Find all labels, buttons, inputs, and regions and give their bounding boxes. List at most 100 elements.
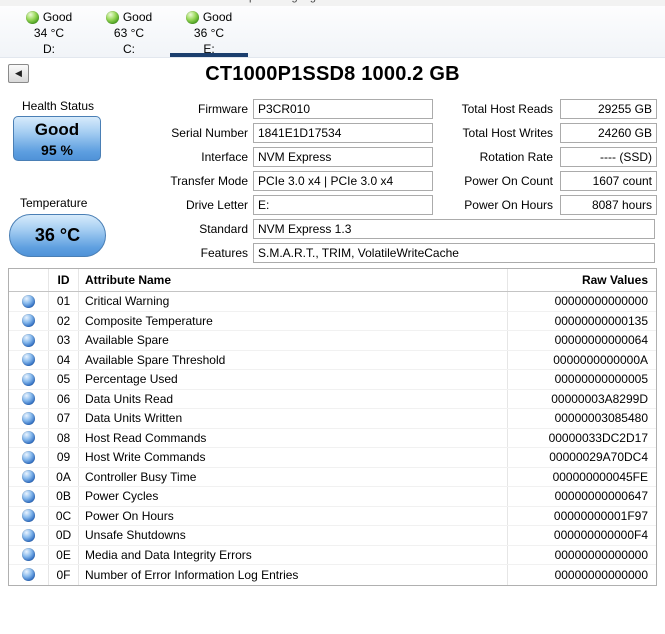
attribute-status-cell [9, 370, 49, 389]
smart-attribute-row[interactable]: 0A Controller Busy Time 000000000045FE [9, 467, 656, 487]
attribute-name: Number of Error Information Log Entries [79, 565, 508, 585]
info-label: Rotation Rate [479, 150, 553, 164]
attribute-raw-value: 00000000000000 [554, 547, 648, 562]
attribute-raw-value: 00000000000000 [554, 567, 648, 582]
attribute-id: 0A [49, 467, 79, 486]
smart-attribute-row[interactable]: 03 Available Spare 00000000000064 [9, 331, 656, 351]
info-value: ---- (SSD) [560, 147, 657, 167]
smart-attribute-row[interactable]: 02 Composite Temperature 00000000000135 [9, 311, 656, 331]
menu-item[interactable]: Disk [193, 0, 214, 3]
menu-item[interactable]: Help [233, 0, 256, 3]
attribute-name: Available Spare [79, 331, 508, 350]
attribute-status-cell [9, 311, 49, 330]
menu-item[interactable]: Edit [44, 0, 63, 3]
smart-attribute-row[interactable]: 0C Power On Hours 00000000001F97 [9, 506, 656, 526]
attribute-id: 07 [49, 409, 79, 428]
attribute-id: 04 [49, 350, 79, 369]
temperature-value: 36 °C [34, 225, 81, 245]
info-row: Total Host Reads 29255 GB [445, 97, 657, 121]
attribute-name: Available Spare Threshold [79, 350, 508, 369]
info-row: Serial Number 1841E1D17534 [128, 121, 437, 145]
smart-attribute-row[interactable]: 0F Number of Error Information Log Entri… [9, 565, 656, 585]
drive-tab-status-row: Good [105, 9, 152, 25]
info-row: Total Host Writes 24260 GB [445, 121, 657, 145]
attribute-raw-value: 00000003A8299D [551, 391, 648, 406]
attribute-raw-value: 00000003085480 [554, 411, 648, 426]
info-row: Power On Hours 8087 hours [445, 193, 657, 217]
drive-info-left: Firmware P3CR010 Serial Number 1841E1D17… [128, 97, 437, 217]
drive-tab[interactable]: Good 63 °C C: [89, 6, 169, 57]
attribute-status-cell [9, 428, 49, 447]
drive-letter-label: C: [123, 42, 135, 56]
smart-attribute-row[interactable]: 0E Media and Data Integrity Errors 00000… [9, 545, 656, 565]
smart-attribute-row[interactable]: 08 Host Read Commands 00000033DC2D17 [9, 428, 656, 448]
attribute-status-orb-icon [22, 470, 35, 484]
info-label: Serial Number [171, 126, 248, 140]
header-name-column: Attribute Name [79, 269, 508, 291]
menu-items: File Edit Function Theme Disk Help Langu… [0, 0, 665, 3]
smart-attribute-row[interactable]: 05 Percentage Used 00000000000005 [9, 370, 656, 390]
attribute-status-orb-icon [22, 411, 35, 425]
info-value: 29255 GB [560, 99, 657, 119]
info-label: Standard [199, 222, 248, 236]
good-status-orb-icon [185, 10, 199, 24]
attribute-id: 06 [49, 389, 79, 408]
smart-attribute-row[interactable]: 07 Data Units Written 00000003085480 [9, 409, 656, 429]
drive-info-wide: Standard NVM Express 1.3 Features S.M.A.… [128, 217, 655, 265]
drive-tab-status-row: Good [185, 9, 233, 25]
smart-attribute-row[interactable]: 01 Critical Warning 00000000000000 [9, 292, 656, 312]
attribute-id: 0B [49, 487, 79, 506]
info-value: P3CR010 [253, 99, 433, 119]
info-label: Transfer Mode [170, 174, 248, 188]
info-row: Interface NVM Express [128, 145, 437, 169]
info-value: PCIe 3.0 x4 | PCIe 3.0 x4 [253, 171, 433, 191]
attribute-name: Media and Data Integrity Errors [79, 545, 508, 564]
attribute-status-orb-icon [22, 509, 35, 523]
good-status-orb-icon [105, 10, 119, 24]
attribute-name: Data Units Written [79, 409, 508, 428]
drive-temp-label: 34 °C [33, 26, 65, 40]
drive-status-label: Good [202, 10, 233, 24]
attribute-raw-value: 00000000000064 [554, 333, 648, 348]
info-label: Total Host Reads [461, 102, 553, 116]
info-value: E: [253, 195, 433, 215]
info-label: Power On Count [464, 174, 553, 188]
menu-item[interactable]: Language [273, 0, 322, 3]
info-label: Firmware [198, 102, 248, 116]
attribute-status-orb-icon [22, 548, 35, 562]
attribute-raw-value: 000000000000F4 [553, 528, 648, 543]
menu-item[interactable]: Function [81, 0, 123, 3]
smart-attribute-row[interactable]: 04 Available Spare Threshold 00000000000… [9, 350, 656, 370]
menu-item[interactable]: Theme [141, 0, 175, 3]
attribute-status-cell [9, 409, 49, 428]
attribute-id: 0E [49, 545, 79, 564]
smart-attribute-row[interactable]: 0B Power Cycles 00000000000647 [9, 487, 656, 507]
attribute-status-orb-icon [22, 294, 35, 308]
info-row: Power On Count 1607 count [445, 169, 657, 193]
attribute-name: Power On Hours [79, 506, 508, 525]
attribute-raw-value: 000000000045FE [552, 469, 648, 484]
smart-attribute-row[interactable]: 0D Unsafe Shutdowns 000000000000F4 [9, 526, 656, 546]
health-status-button[interactable]: Good 95 % [13, 116, 101, 161]
menu-item[interactable]: File [8, 0, 26, 3]
attribute-status-orb-icon [22, 392, 35, 406]
info-row: Drive Letter E: [128, 193, 437, 217]
drive-status-label: Good [42, 10, 73, 24]
attribute-name: Host Read Commands [79, 428, 508, 447]
smart-attribute-row[interactable]: 06 Data Units Read 00000003A8299D [9, 389, 656, 409]
attribute-status-orb-icon [22, 489, 35, 503]
attribute-status-orb-icon [22, 372, 35, 386]
info-label: Power On Hours [464, 198, 553, 212]
temperature-button[interactable]: 36 °C [9, 214, 106, 257]
attribute-name: Host Write Commands [79, 448, 508, 467]
drive-tab[interactable]: Good 36 °C E: [169, 6, 249, 57]
attribute-status-cell [9, 526, 49, 545]
attribute-status-orb-icon [22, 431, 35, 445]
info-row: Transfer Mode PCIe 3.0 x4 | PCIe 3.0 x4 [128, 169, 437, 193]
drive-tab[interactable]: Good 34 °C D: [9, 6, 89, 57]
attribute-raw-value: 00000000000005 [554, 372, 648, 387]
smart-attribute-row[interactable]: 09 Host Write Commands 00000029A70DC4 [9, 448, 656, 468]
attribute-name: Controller Busy Time [79, 467, 508, 486]
attribute-id: 08 [49, 428, 79, 447]
attribute-name: Percentage Used [79, 370, 508, 389]
